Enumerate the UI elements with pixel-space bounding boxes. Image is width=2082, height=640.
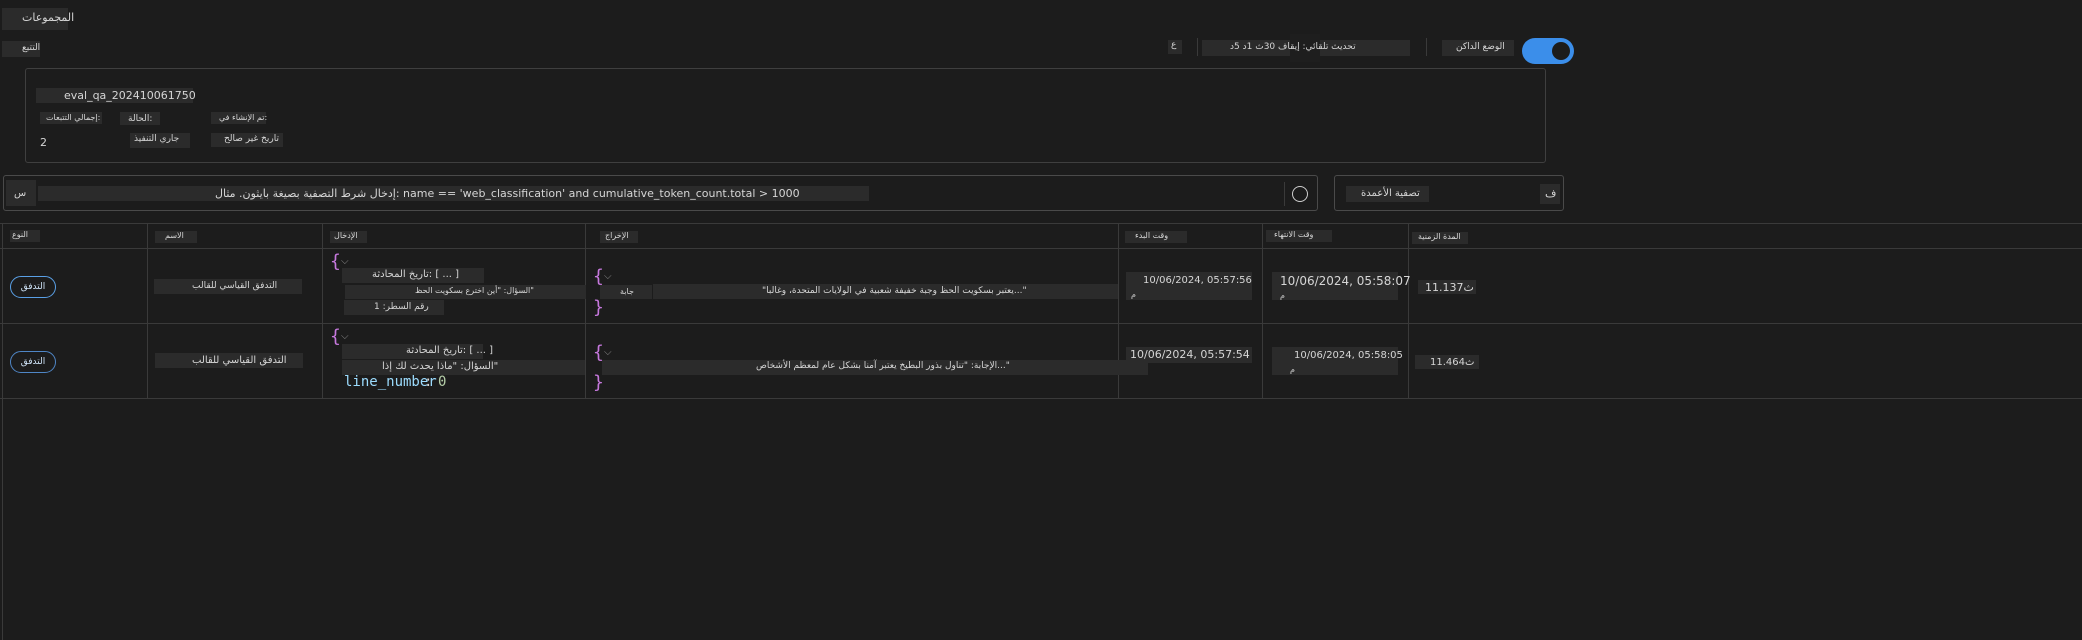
json-open-brace: { <box>330 251 341 272</box>
col-header-start-time-label: وقت البدء <box>1135 231 1169 240</box>
filter-reset-icon[interactable] <box>1292 186 1308 202</box>
col-divider-5 <box>1262 223 1263 398</box>
chevron-down-icon[interactable]: ⌵ <box>341 331 349 342</box>
output-value: الإجابة: "تناول بذور البطيخ يعتبر آمنا ب… <box>756 361 1010 371</box>
chevron-down-icon[interactable]: ⌵ <box>341 256 349 267</box>
filter-funnel-glyph: ف <box>1545 187 1557 200</box>
input-line-number-colon: : <box>424 374 433 390</box>
table-top-border <box>0 223 2082 224</box>
status-value: جاري التنفيذ <box>134 134 180 144</box>
row-divider-2 <box>0 398 2082 399</box>
dark-mode-label: الوضع الداكن <box>1456 42 1505 52</box>
json-open-brace: { <box>330 326 341 347</box>
row-divider-1 <box>0 323 2082 324</box>
input-line-number-value: 0 <box>438 374 447 390</box>
created-label: تم الإنشاء في: <box>219 113 268 122</box>
table-left-border <box>2 223 3 640</box>
input-line-number: رقم السطر: 1 <box>374 302 429 312</box>
end-time: 10/06/2024, 05:58:05 <box>1294 350 1403 361</box>
run-name: eval_qa_202410061750 <box>64 89 196 102</box>
col-divider-3 <box>585 223 586 398</box>
col-header-end-time-label: وقت الانتهاء <box>1274 230 1314 239</box>
json-close-brace: } <box>593 372 604 393</box>
col-header-duration-label: المدة الزمنية <box>1418 232 1461 241</box>
col-divider-6 <box>1408 223 1409 398</box>
end-time: 10/06/2024, 05:58:07 <box>1280 274 1411 288</box>
start-time-suffix: م <box>1131 290 1136 299</box>
column-filter-label: تصفية الأعمدة <box>1361 188 1420 199</box>
input-question: السؤال: "ماذا يحدث لك إذا" <box>382 361 499 372</box>
total-traces-label: إجمالي التتبعات: <box>46 113 101 122</box>
filter-divider <box>1284 182 1285 206</box>
toolbar-divider-2 <box>1197 38 1198 56</box>
duration: 11.464ث <box>1430 357 1475 368</box>
col-divider-1 <box>147 223 148 398</box>
type-badge[interactable]: التدفق <box>10 351 56 373</box>
output-value: "يعتبر بسكويت الحظ وجبة خفيفة شعبية في ا… <box>762 286 1027 296</box>
json-open-brace: { <box>593 266 604 287</box>
col-header-type-label: النوع <box>12 230 28 239</box>
trace-tab-label: التتبع <box>22 43 41 53</box>
input-line-number-key: line_number <box>344 374 437 390</box>
row-name-text: التدفق القياسي للقالب <box>192 281 278 291</box>
end-time-suffix: م <box>1280 291 1285 300</box>
dark-mode-toggle[interactable] <box>1522 38 1574 64</box>
json-close-brace: } <box>593 297 604 318</box>
refresh-glyph: ع <box>1171 40 1177 50</box>
col-divider-2 <box>322 223 323 398</box>
col-header-name-label: الاسم <box>165 231 184 240</box>
chevron-down-icon[interactable]: ⌵ <box>604 271 612 282</box>
input-history: تاريخ المحادثة: [ ... ] <box>406 345 494 356</box>
chevron-down-icon[interactable]: ⌵ <box>604 347 612 358</box>
filter-prefix: س <box>14 188 27 199</box>
created-value: تاريخ غير صالح <box>224 134 279 144</box>
input-question: السؤال: "أين اخترع بسكويت الحظ" <box>415 286 534 295</box>
start-time: 10/06/2024, 05:57:56 <box>1143 275 1252 286</box>
status-label: الحالة: <box>128 114 153 124</box>
start-time: 10/06/2024, 05:57:54 <box>1130 348 1250 361</box>
toolbar-divider <box>1426 38 1427 56</box>
page-title-text: المجموعات <box>22 11 75 24</box>
col-header-output-label: الإخراج <box>605 231 629 240</box>
auto-refresh-label: تحديث تلقائي: إيقاف 30ث 1د 5د <box>1230 42 1356 52</box>
input-history: تاريخ المحادثة: [ ... ] <box>372 269 460 280</box>
filter-input[interactable]: إدخال شرط التصفية بصيغة بايثون. مثال: na… <box>215 187 800 200</box>
total-traces-value: 2 <box>40 136 47 149</box>
output-key: جابة <box>620 287 634 296</box>
table-header-bottom <box>0 248 2082 249</box>
end-time-suffix: م <box>1290 365 1295 374</box>
type-badge[interactable]: التدفق <box>10 276 56 298</box>
row-name-text: التدفق القياسي للقالب <box>192 355 287 366</box>
col-header-input-label: الإدخال <box>334 231 358 240</box>
duration: 11.137ث <box>1425 281 1474 294</box>
